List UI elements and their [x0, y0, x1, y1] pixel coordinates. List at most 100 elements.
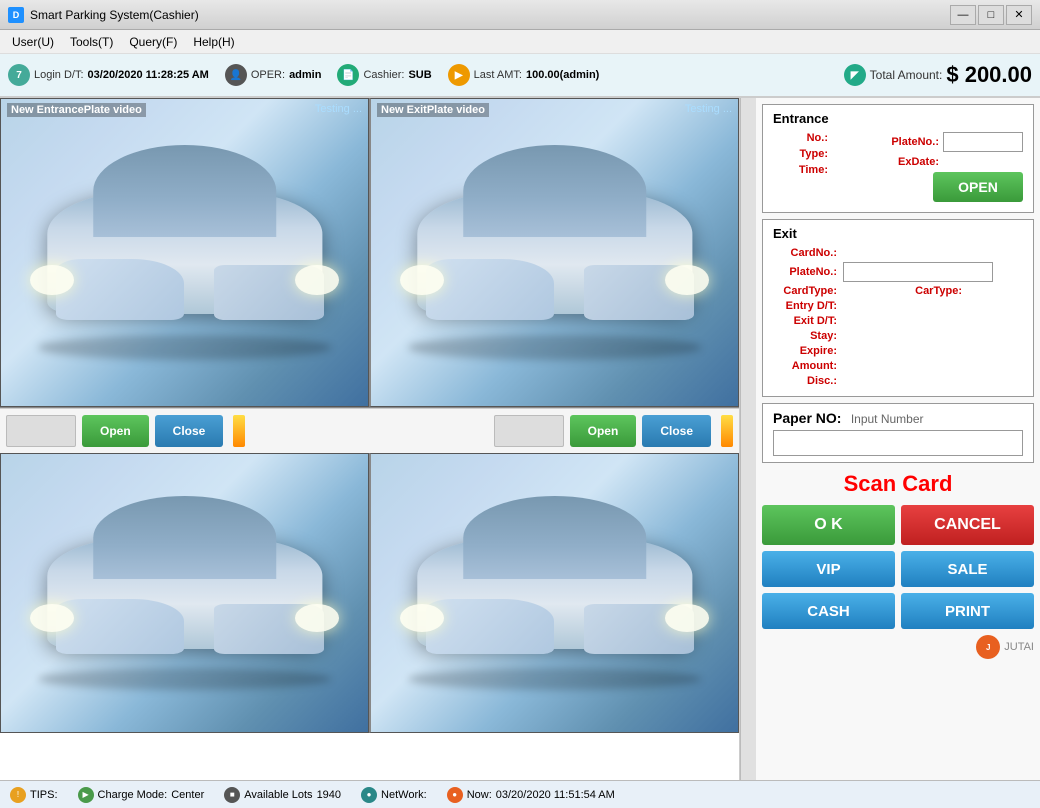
menu-tools[interactable]: Tools(T): [62, 33, 121, 51]
entrance-section: Entrance No.: Type: Time:: [762, 104, 1034, 213]
available-lots-icon: ■: [224, 787, 240, 803]
entrance-blank-btn: [6, 415, 76, 447]
exit-section: Exit CardNo.: PlateNo.: CardType: CarTyp…: [762, 219, 1034, 397]
bottom-bar: ! TIPS: ▶ Charge Mode: Center ■ Availabl…: [0, 780, 1040, 808]
exit-open-button[interactable]: Open: [570, 415, 637, 447]
now-icon: ●: [447, 787, 463, 803]
headlight-right-1: [295, 265, 339, 296]
login-value: 03/20/2020 11:28:25 AM: [88, 69, 209, 81]
total-icon: ◤: [844, 64, 866, 86]
exit-car-scene: [371, 99, 738, 406]
video-panel: New EntrancePlate video Testing ... New …: [0, 98, 740, 780]
exit-video-status: Testing ...: [685, 103, 732, 115]
exit-exitdt-label: Exit D/T:: [773, 315, 843, 327]
cancel-button[interactable]: CANCEL: [901, 505, 1034, 545]
entrance-video-cell: New EntrancePlate video Testing ...: [0, 98, 369, 407]
total-amount: $ 200.00: [946, 62, 1032, 88]
paper-section: Paper NO: Input Number: [762, 403, 1034, 463]
entrance-open-button[interactable]: Open: [82, 415, 149, 447]
exit-cardno-label: CardNo.:: [773, 247, 843, 259]
exit-cartype-label: CarType:: [898, 285, 968, 297]
menu-query[interactable]: Query(F): [121, 33, 185, 51]
now-value: 03/20/2020 11:51:54 AM: [496, 789, 615, 801]
jutai-text: JUTAI: [1004, 641, 1034, 653]
headlight-left-3: [30, 604, 74, 632]
scan-card-text: Scan Card: [762, 471, 1034, 497]
headlight-left-4: [400, 604, 444, 632]
car-hood-2: [426, 259, 554, 320]
menu-bar: User(U) Tools(T) Query(F) Help(H): [0, 30, 1040, 54]
ground-shadow-2: [408, 335, 702, 360]
entrance-no-label: No.:: [773, 132, 828, 144]
entrance-time-label: Time:: [773, 164, 828, 176]
menu-user[interactable]: User(U): [4, 33, 62, 51]
tips-label: TIPS:: [30, 789, 58, 801]
available-lots-label: Available Lots: [244, 789, 312, 801]
top-controls-row: Open Close Open Close: [0, 408, 739, 453]
entrance-exdate-label: ExDate:: [884, 156, 939, 168]
main-scrollbar[interactable]: [740, 98, 756, 780]
car-roof-3: [93, 496, 277, 579]
tips-icon: !: [10, 787, 26, 803]
entrance-open-button-large[interactable]: OPEN: [933, 172, 1023, 202]
entrance-plateno-label: PlateNo.:: [884, 136, 939, 148]
paper-no-hint: Input Number: [851, 412, 924, 426]
minimize-button[interactable]: —: [950, 5, 976, 25]
login-icon: 7: [8, 64, 30, 86]
entrance-section-title: Entrance: [773, 111, 1023, 126]
ok-cancel-row: O K CANCEL: [762, 505, 1034, 545]
exit-amount-label: Amount:: [773, 360, 843, 372]
car-roof-1: [93, 145, 277, 237]
charge-mode-value: Center: [171, 789, 204, 801]
exit-plateno-label: PlateNo.:: [773, 266, 843, 278]
entrance-close-button[interactable]: Close: [155, 415, 224, 447]
headlight-right-3: [295, 604, 339, 632]
login-label: Login D/T:: [34, 69, 84, 81]
car-hood-1: [56, 259, 184, 320]
entrance-video-label: New EntrancePlate video: [7, 103, 146, 117]
exit-plateno-input[interactable]: [843, 262, 993, 282]
jutai-logo: J: [976, 635, 1000, 659]
status-bar: 7 Login D/T: 03/20/2020 11:28:25 AM 👤 OP…: [0, 54, 1040, 98]
entrance-type-label: Type:: [773, 148, 828, 160]
headlight-right-4: [665, 604, 709, 632]
last-amt-value: 100.00(admin): [526, 69, 599, 81]
exit-video-label: New ExitPlate video: [377, 103, 489, 117]
entrance-plateno-input[interactable]: [943, 132, 1023, 152]
exit-stay-label: Stay:: [773, 330, 843, 342]
ground-shadow-1: [38, 335, 332, 360]
exit-blank-btn: [494, 415, 564, 447]
now-label: Now:: [467, 789, 492, 801]
vip-button[interactable]: VIP: [762, 551, 895, 587]
title-text: Smart Parking System(Cashier): [30, 8, 199, 22]
maximize-button[interactable]: □: [978, 5, 1004, 25]
network-icon: ●: [361, 787, 377, 803]
total-label: Total Amount:: [870, 68, 943, 82]
exit-close-button[interactable]: Close: [642, 415, 711, 447]
cash-print-row: CASH PRINT: [762, 593, 1034, 629]
network-label: NetWork:: [381, 789, 427, 801]
main-content: New EntrancePlate video Testing ... New …: [0, 98, 1040, 780]
print-button[interactable]: PRINT: [901, 593, 1034, 629]
car-hood-3: [56, 599, 184, 655]
last-amt-icon: ▶: [448, 64, 470, 86]
paper-no-input[interactable]: [773, 430, 1023, 456]
sale-button[interactable]: SALE: [901, 551, 1034, 587]
ok-button[interactable]: O K: [762, 505, 895, 545]
menu-help[interactable]: Help(H): [185, 33, 242, 51]
exit-disc-label: Disc.:: [773, 375, 843, 387]
exit-video-cell: New ExitPlate video Testing ...: [369, 98, 739, 407]
cash-button[interactable]: CASH: [762, 593, 895, 629]
car-roof-4: [463, 496, 647, 579]
ground-shadow-3: [38, 668, 332, 690]
exit-indicator: [721, 415, 733, 447]
last-amt-label: Last AMT:: [474, 69, 522, 81]
oper-icon: 👤: [225, 64, 247, 86]
title-bar: D Smart Parking System(Cashier) — □ ✕: [0, 0, 1040, 30]
car-hood-4: [426, 599, 554, 655]
close-button[interactable]: ✕: [1006, 5, 1032, 25]
entrance-video-cell-2: [0, 453, 369, 733]
exit-entrydt-label: Entry D/T:: [773, 300, 843, 312]
exit-car-scene-2: [371, 454, 738, 732]
entrance-indicator: [233, 415, 245, 447]
